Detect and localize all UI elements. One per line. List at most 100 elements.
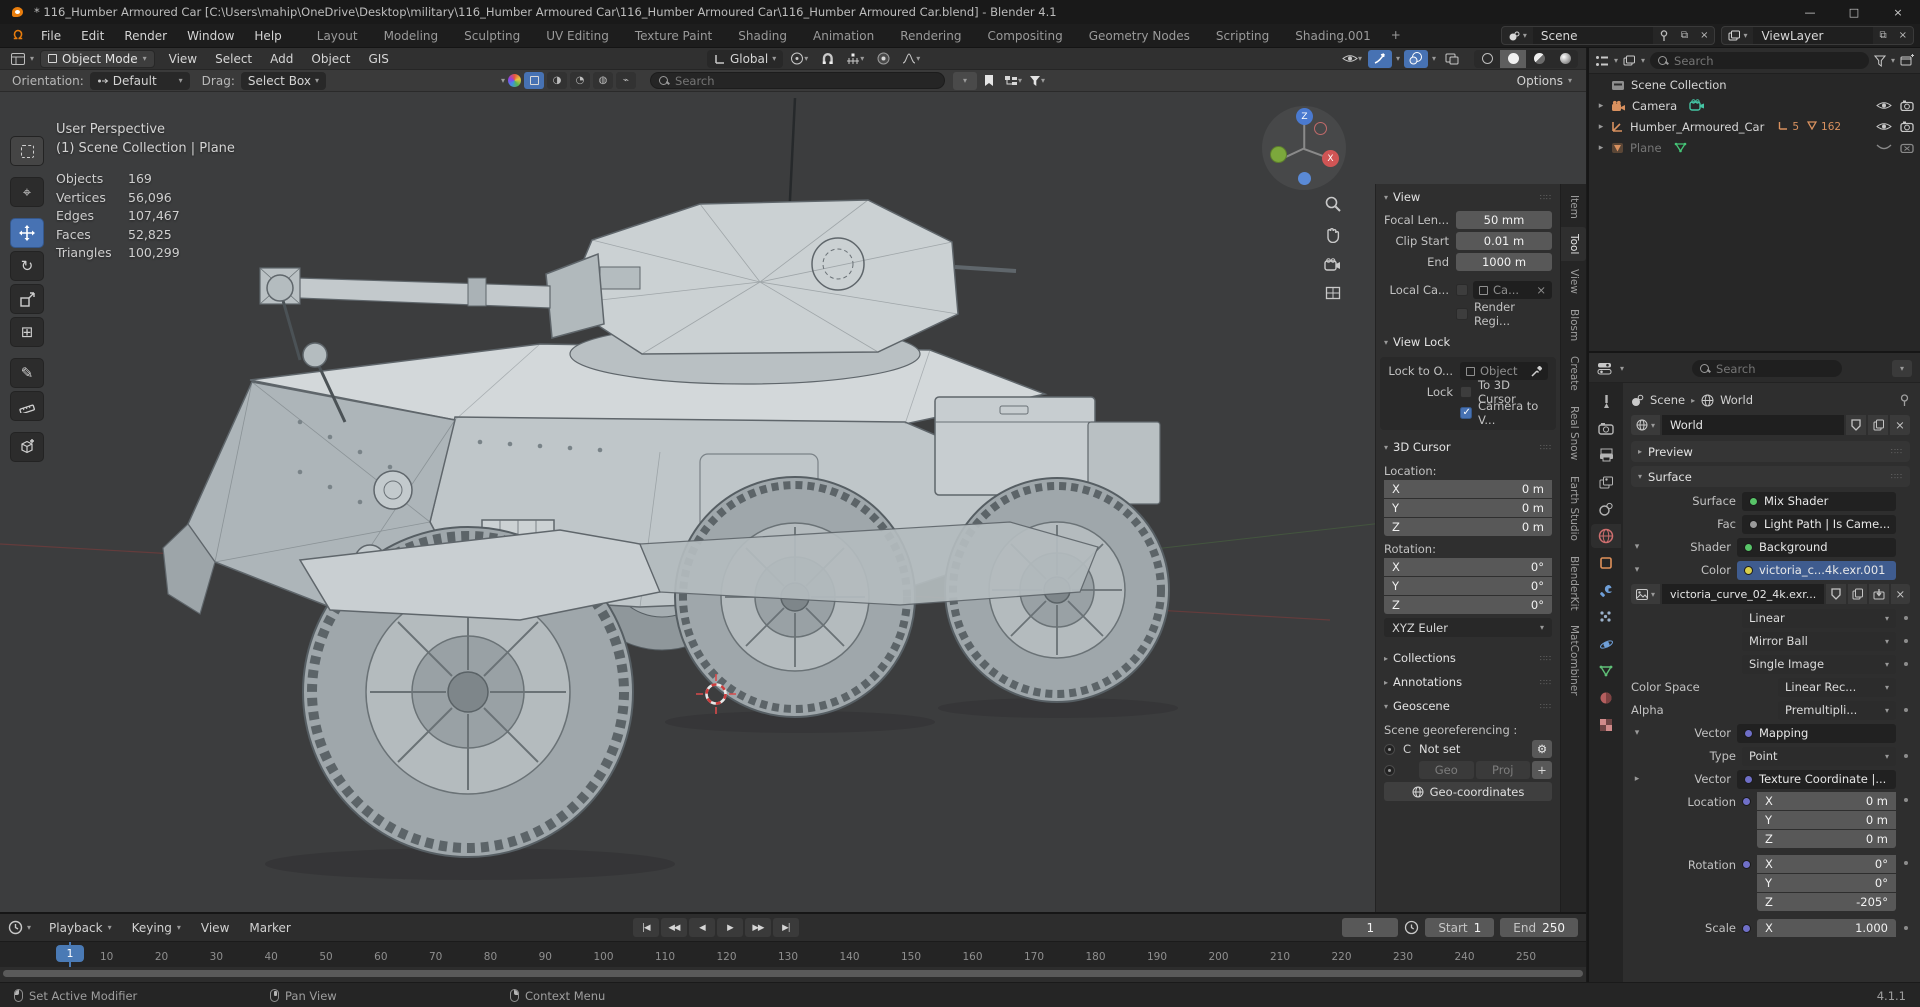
frame-tick[interactable]: 100 [593, 951, 613, 963]
pin-icon[interactable] [1899, 394, 1910, 406]
ortho-toggle-button[interactable] [1325, 286, 1341, 303]
image-unlink-button[interactable]: × [1891, 584, 1910, 604]
xray-toggle[interactable] [1440, 50, 1464, 68]
snap-toggle[interactable] [815, 50, 839, 68]
armoured-car-model[interactable] [0, 92, 1586, 912]
tool-cursor[interactable]: ⌖ [10, 177, 44, 207]
geoscene-panel-header[interactable]: ▾Geoscene∷∷ [1376, 693, 1560, 717]
mapping-location-field[interactable]: Z0 m [1757, 830, 1896, 848]
view-panel-header[interactable]: ▾View∷∷ [1376, 184, 1560, 208]
menu-item[interactable]: File [32, 26, 70, 46]
sidebar-tab[interactable]: Earth Studio [1561, 469, 1586, 548]
frame-tick[interactable]: 20 [155, 951, 168, 963]
focal-length-field[interactable]: 50 mm [1456, 211, 1552, 229]
add-crs-button[interactable]: + [1532, 761, 1552, 779]
local-camera-field[interactable]: Ca...× [1473, 281, 1552, 299]
texcoord-field[interactable]: Texture Coordinate |... [1737, 770, 1896, 789]
viewport-toggle-globe[interactable]: ◍ [593, 72, 613, 89]
world-name-field[interactable]: World [1662, 415, 1844, 435]
hide-eye-icon[interactable] [1876, 100, 1892, 111]
viewport-toggle-select[interactable] [524, 72, 544, 89]
navigation-gizmo[interactable]: Z X [1262, 106, 1346, 190]
render-visibility-icon[interactable] [1900, 100, 1914, 111]
frame-tick[interactable]: 150 [901, 951, 921, 963]
tab-modifiers[interactable] [1591, 578, 1621, 602]
viewport-menu-item[interactable]: GIS [360, 50, 396, 68]
current-frame-field[interactable]: 1 [1342, 918, 1398, 937]
close-button[interactable]: × [1876, 0, 1920, 24]
frame-tick[interactable]: 220 [1331, 951, 1351, 963]
cursor-location-field[interactable]: Z0 m [1384, 518, 1552, 536]
transport-button[interactable]: ▶| [773, 918, 799, 937]
tool-settings-collapse[interactable]: ▾ [501, 76, 505, 85]
viewport-toggle-brush[interactable]: ⌁ [616, 72, 636, 89]
render-region-checkbox[interactable] [1456, 308, 1468, 320]
proportional-editing-toggle[interactable] [871, 50, 895, 68]
world-browse-dropdown[interactable]: ▾ [1631, 415, 1660, 435]
surface-shader-field[interactable]: Mix Shader [1742, 492, 1896, 511]
blender-menu-icon[interactable]: ᘯ [8, 28, 28, 43]
frame-tick[interactable]: 210 [1270, 951, 1290, 963]
workspace-tab[interactable]: Modeling [372, 25, 451, 48]
playback-menu[interactable]: Playback▾ [41, 919, 120, 937]
menu-item[interactable]: Edit [72, 26, 113, 46]
tab-tool[interactable] [1591, 389, 1621, 413]
view-menu[interactable]: View [193, 919, 237, 937]
minimize-button[interactable]: — [1788, 0, 1832, 24]
crs-settings-button[interactable]: ⚙ [1532, 740, 1552, 758]
tab-material[interactable] [1591, 686, 1621, 710]
menu-item[interactable]: Render [115, 26, 176, 46]
frame-start-field[interactable]: Start1 [1425, 918, 1494, 937]
unlink-datablock-button[interactable]: × [1890, 415, 1910, 435]
tool-move[interactable] [10, 218, 44, 248]
editor-type-dropdown[interactable] [6, 50, 30, 68]
lock-3d-cursor-checkbox[interactable] [1460, 386, 1472, 398]
tab-object-data[interactable] [1591, 659, 1621, 683]
scene-selector[interactable]: ▾ Scene ⧉ × [1501, 26, 1716, 45]
viewport-search-input[interactable] [675, 74, 936, 88]
mapping-location-field[interactable]: Y0 m [1757, 811, 1896, 829]
viewport-toggle-scene[interactable]: ◔ [570, 72, 590, 89]
frame-tick[interactable]: 10 [100, 951, 113, 963]
color-field[interactable]: victoria_c...4k.exr.001 [1737, 561, 1896, 580]
frame-tick[interactable]: 240 [1454, 951, 1474, 963]
frame-tick[interactable]: 110 [655, 951, 675, 963]
frame-tick[interactable]: 50 [319, 951, 332, 963]
mapping-location-field[interactable]: X0 m [1757, 792, 1896, 810]
viewport-3d[interactable]: User Perspective (1) Scene Collection | … [0, 92, 1586, 912]
gizmo-y-axis[interactable] [1270, 146, 1287, 163]
sidebar-tab[interactable]: View [1561, 262, 1586, 301]
frame-end-field[interactable]: End250 [1500, 918, 1578, 937]
view-lock-header[interactable]: ▾View Lock [1376, 329, 1560, 353]
render-visibility-icon[interactable] [1900, 121, 1914, 132]
tab-render[interactable] [1591, 416, 1621, 440]
image-copy-button[interactable] [1848, 584, 1867, 604]
transport-button[interactable]: ▶ [717, 918, 743, 937]
viewlayer-name[interactable]: ViewLayer [1753, 27, 1873, 44]
sidebar-tab[interactable]: Item [1561, 188, 1586, 226]
cursor-rotation-field[interactable]: X0° [1384, 558, 1552, 576]
frame-tick[interactable]: 80 [484, 951, 497, 963]
mapping-rotation-field[interactable]: Z-205° [1757, 893, 1896, 911]
eyedropper-icon[interactable] [1531, 366, 1542, 377]
shading-material-button[interactable] [1526, 50, 1552, 68]
camera-view-button[interactable] [1324, 258, 1341, 274]
timeline-editor-icon[interactable] [8, 920, 23, 935]
local-camera-checkbox[interactable] [1456, 284, 1468, 296]
workspace-tab[interactable]: Shading [726, 25, 799, 48]
outliner-row-camera[interactable]: ▸ Camera [1589, 95, 1920, 116]
mode-selector[interactable]: Object Mode ▾ [40, 50, 155, 68]
crumb-scene[interactable]: Scene [1650, 393, 1685, 407]
frame-tick[interactable]: 90 [539, 951, 552, 963]
outliner-search-input[interactable] [1674, 54, 1861, 68]
cursor-rotation-field[interactable]: Y0° [1384, 577, 1552, 595]
collapse-chevron[interactable]: ▾ [953, 72, 977, 90]
visibility-dropdown[interactable]: ▾ [1340, 50, 1364, 68]
workspace-tab[interactable]: UV Editing [534, 25, 621, 48]
gizmo-z-axis[interactable]: Z [1296, 108, 1313, 125]
mapping-scale-field[interactable]: X1.000 [1757, 919, 1896, 937]
projection-dropdown[interactable]: Mirror Ball▾ [1742, 632, 1896, 651]
clip-end-field[interactable]: 1000 m [1456, 253, 1552, 271]
frame-tick[interactable]: 130 [778, 951, 798, 963]
workspace-tab[interactable]: Texture Paint [623, 25, 724, 48]
